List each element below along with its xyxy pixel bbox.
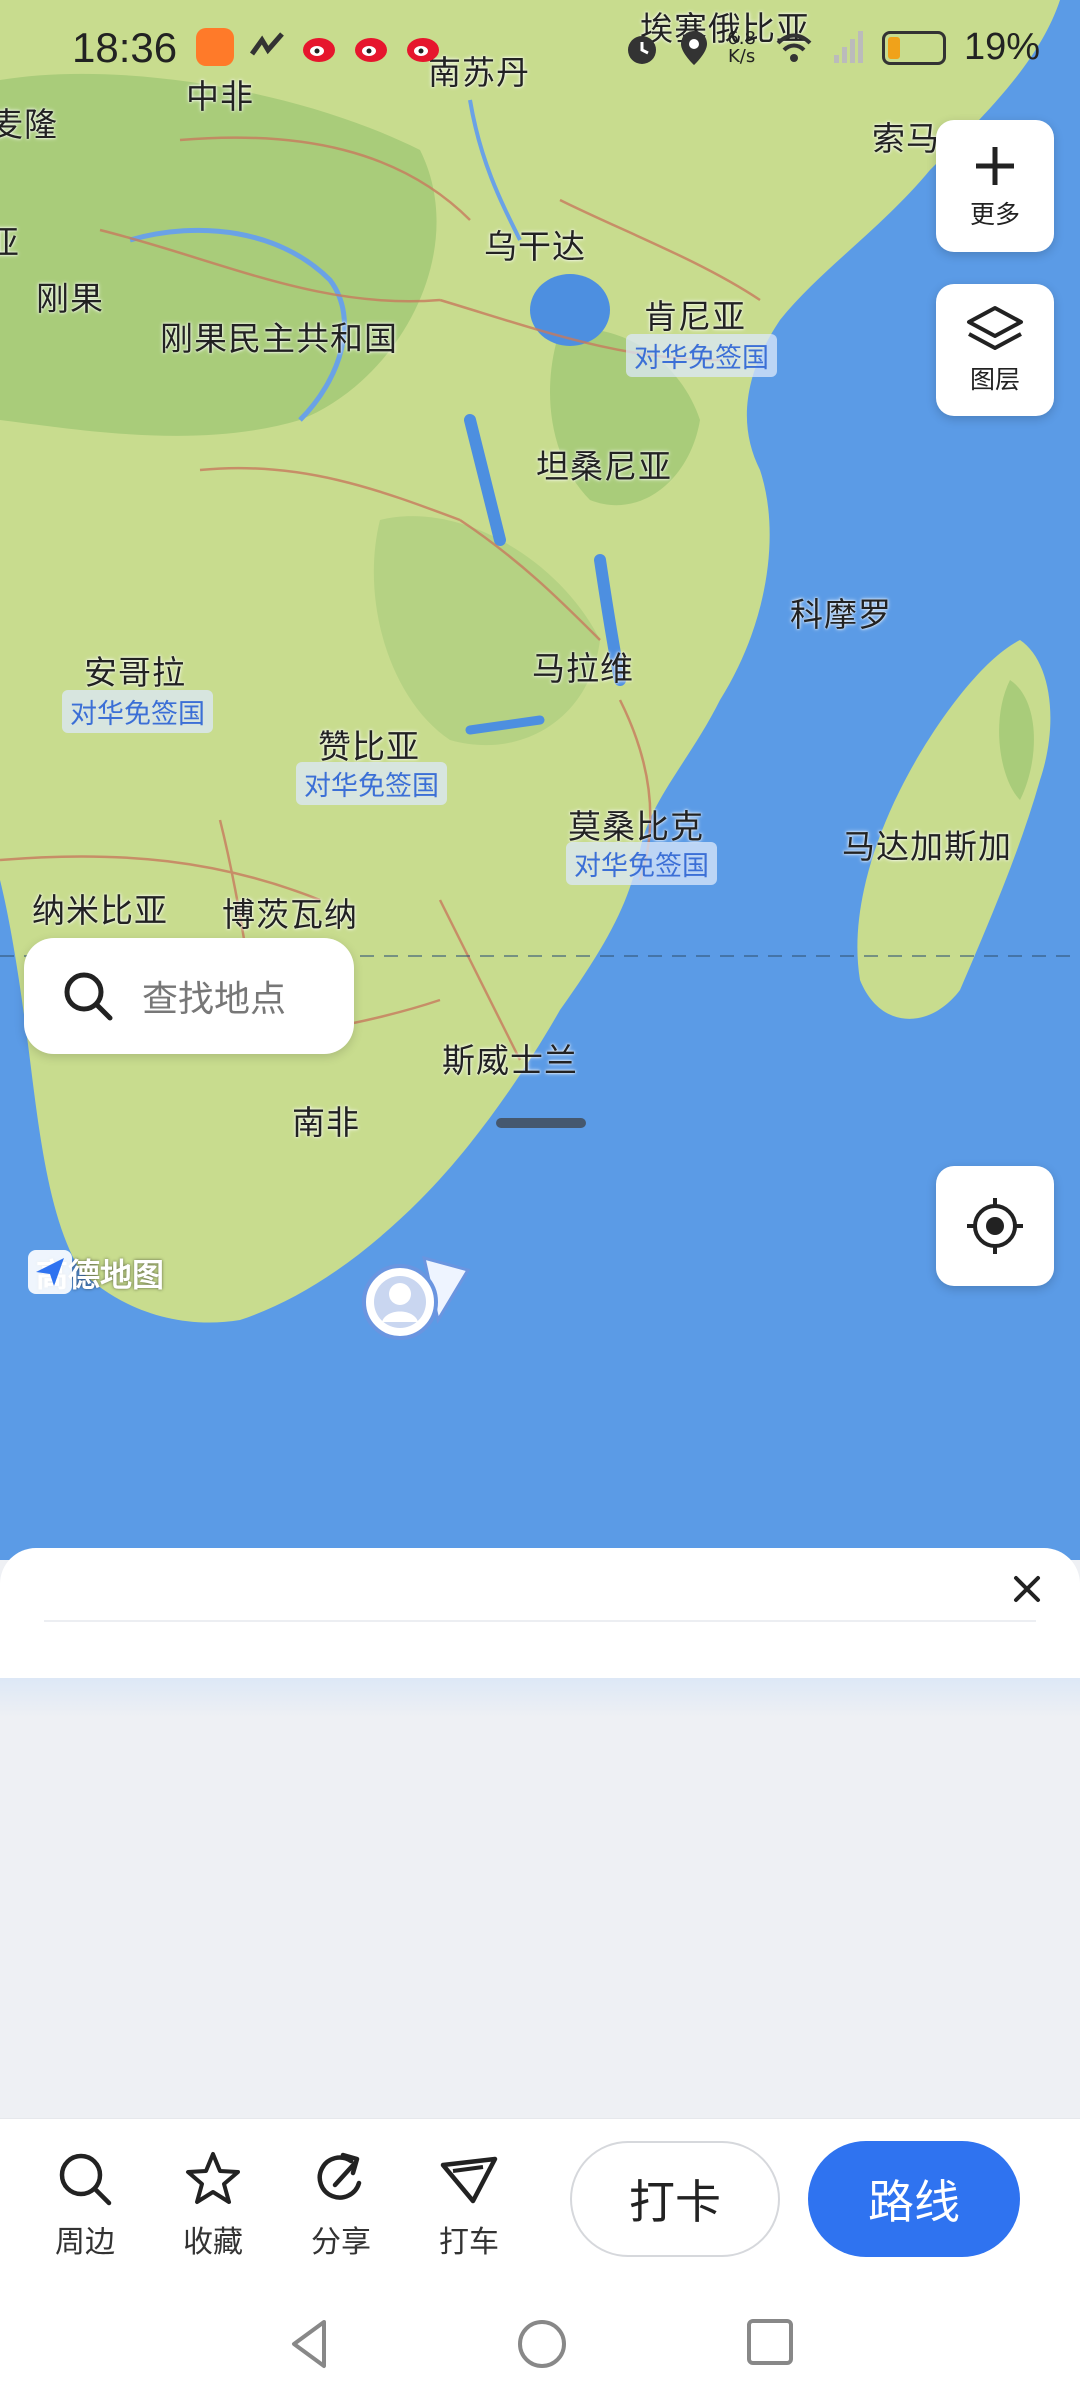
share-button[interactable]: 分享 — [286, 2149, 396, 2261]
network-speed-unit: K/s — [727, 45, 756, 67]
country-label[interactable]: 亚 — [0, 216, 20, 264]
layers-icon — [967, 306, 1023, 350]
network-speed-value: 6.8 — [727, 27, 756, 49]
amap-logo-icon — [28, 1250, 72, 1294]
user-location-marker — [362, 1255, 471, 1340]
country-label[interactable]: 科摩罗 — [790, 588, 892, 636]
share-icon — [317, 2152, 362, 2200]
battery-icon — [881, 30, 946, 65]
country-label[interactable]: 刚果民主共和国 — [160, 312, 398, 360]
status-time: 18:36 — [72, 24, 178, 71]
recents-icon[interactable] — [744, 2316, 796, 2368]
layers-label: 图层 — [969, 365, 1020, 394]
battery-level — [887, 36, 900, 59]
country-label[interactable]: 安哥拉 — [84, 646, 186, 694]
back-icon[interactable] — [284, 2316, 334, 2372]
country-label[interactable]: 坦桑尼亚 — [536, 440, 672, 488]
close-icon[interactable] — [1002, 1564, 1052, 1614]
sheet-gradient — [0, 1678, 1080, 1718]
wifi-icon — [776, 33, 812, 62]
country-label[interactable]: 乌干达 — [484, 220, 586, 268]
country-label[interactable]: 博茨瓦纳 — [222, 888, 358, 936]
map-drag-handle[interactable] — [496, 1118, 586, 1128]
network-speed: 6.8 K/s — [727, 27, 756, 67]
country-label[interactable]: 马达加斯加 — [842, 820, 1012, 868]
taxi-button[interactable]: 打车 — [414, 2149, 524, 2261]
divider — [44, 1620, 1036, 1622]
more-button[interactable]: 更多 — [936, 120, 1054, 252]
action-bar: 周边 收藏 分享 打车 打卡 路线 — [0, 2118, 1080, 2289]
weibo-icon — [303, 38, 335, 62]
activity-icon — [249, 32, 284, 56]
visa-free-tag: 对华免签国 — [62, 690, 213, 733]
country-label[interactable]: 马拉维 — [532, 642, 634, 690]
nearby-button[interactable]: 周边 — [30, 2149, 140, 2261]
layers-button[interactable]: 图层 — [936, 284, 1054, 416]
nearby-label: 周边 — [55, 2225, 115, 2260]
more-label: 更多 — [969, 200, 1020, 229]
battery-percent: 19% — [963, 26, 1040, 68]
visa-free-tag: 对华免签国 — [626, 334, 777, 377]
system-nav-bar — [0, 2288, 1080, 2400]
country-label[interactable]: 索马 — [872, 112, 940, 160]
status-right: 6.8 K/s 19% — [623, 26, 1040, 69]
country-label[interactable]: 莫桑比克 — [568, 800, 704, 848]
checkin-button[interactable]: 打卡 — [570, 2141, 780, 2257]
signal-icon — [833, 30, 863, 63]
search-placeholder: 查找地点 — [142, 979, 287, 1020]
map-view[interactable]: 埃塞俄比亚 中非 南苏丹 索马 麦隆 乌干达 亚 刚果 刚果民主共和国 肯尼亚 … — [0, 0, 1080, 1560]
favorite-label: 收藏 — [183, 2225, 243, 2260]
location-icon — [681, 30, 708, 65]
country-label[interactable]: 赞比亚 — [318, 720, 420, 768]
share-label: 分享 — [311, 2225, 371, 2260]
weibo-icon — [407, 38, 439, 62]
search-icon — [64, 972, 113, 1021]
visa-free-tag: 对华免签国 — [296, 762, 447, 805]
star-icon — [186, 2152, 240, 2204]
search-box[interactable]: 查找地点 — [24, 938, 354, 1054]
home-icon[interactable] — [514, 2316, 570, 2372]
crosshair-icon — [967, 1198, 1023, 1254]
taxi-icon — [440, 2156, 498, 2204]
country-label[interactable]: 肯尼亚 — [644, 290, 746, 338]
search-icon — [59, 2153, 112, 2206]
country-label[interactable]: 纳米比亚 — [32, 884, 168, 932]
lake-victoria — [530, 274, 610, 346]
country-label[interactable]: 麦隆 — [0, 98, 58, 146]
app-notification-icon — [196, 28, 234, 66]
country-label[interactable]: 刚果 — [36, 272, 104, 320]
bottom-sheet — [0, 1548, 1080, 1678]
amap-logo: 高德地图 — [28, 1250, 164, 1296]
country-label[interactable]: 南非 — [292, 1096, 360, 1144]
locate-button[interactable] — [936, 1166, 1054, 1286]
country-label[interactable]: 斯威士兰 — [442, 1034, 578, 1082]
status-bar: 18:36 6.8 K/s 19% — [0, 0, 1080, 100]
alarm-icon — [628, 35, 657, 64]
visa-free-tag: 对华免签国 — [566, 842, 717, 885]
notification-icons — [196, 28, 442, 66]
favorite-button[interactable]: 收藏 — [158, 2149, 268, 2261]
taxi-label: 打车 — [439, 2225, 499, 2260]
plus-icon — [976, 147, 1014, 185]
weibo-icon — [355, 38, 387, 62]
route-button[interactable]: 路线 — [808, 2141, 1020, 2257]
